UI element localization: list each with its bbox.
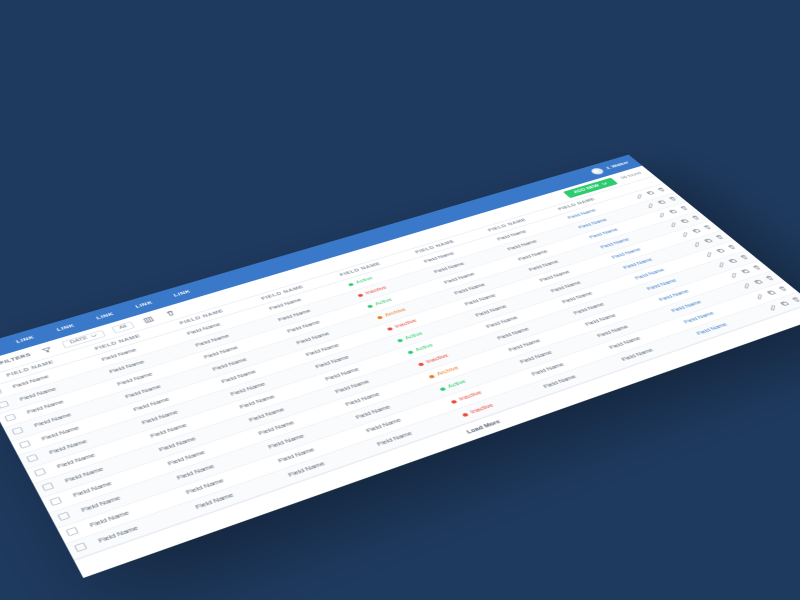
copy-icon[interactable] xyxy=(645,190,657,197)
delete-row-icon[interactable] xyxy=(751,264,764,271)
app-panel: LINK LINK LINK LINK LINK LINK J. Walker … xyxy=(0,155,800,578)
row-checkbox[interactable] xyxy=(4,414,16,422)
copy-icon[interactable] xyxy=(667,209,679,216)
chip-label: All xyxy=(118,324,128,330)
copy-icon[interactable] xyxy=(691,228,704,235)
copy-icon[interactable] xyxy=(703,238,716,245)
nav-link[interactable]: LINK xyxy=(56,323,76,332)
all-filter-chip[interactable]: All xyxy=(111,321,135,333)
delete-row-icon[interactable] xyxy=(790,296,800,304)
row-checkbox[interactable] xyxy=(57,512,70,521)
delete-row-icon[interactable] xyxy=(777,285,790,293)
status-label: Active xyxy=(415,343,435,352)
edit-icon[interactable] xyxy=(691,241,704,248)
copy-icon[interactable] xyxy=(715,248,728,255)
edit-icon[interactable] xyxy=(656,212,668,219)
row-checkbox[interactable] xyxy=(41,482,54,491)
row-checkbox[interactable] xyxy=(49,497,62,506)
columns-icon[interactable] xyxy=(140,314,158,325)
nav-link[interactable]: LINK xyxy=(96,312,115,321)
delete-row-icon[interactable] xyxy=(678,205,690,212)
edit-icon[interactable] xyxy=(741,282,754,290)
copy-icon[interactable] xyxy=(739,268,752,276)
copy-icon[interactable] xyxy=(752,279,765,287)
edit-icon[interactable] xyxy=(679,231,692,238)
delete-row-icon[interactable] xyxy=(738,254,751,261)
edit-icon[interactable] xyxy=(767,304,781,312)
delete-row-icon[interactable] xyxy=(667,196,679,203)
row-checkbox[interactable] xyxy=(0,388,2,396)
copy-icon[interactable] xyxy=(727,258,740,265)
status-label: Archive xyxy=(436,366,460,377)
nav-link[interactable]: LINK xyxy=(173,289,192,297)
edit-icon[interactable] xyxy=(645,203,657,210)
row-checkbox[interactable] xyxy=(34,468,47,477)
row-checkbox[interactable] xyxy=(11,427,23,435)
filter-icon[interactable] xyxy=(38,344,56,356)
nav-link[interactable]: LINK xyxy=(135,300,154,308)
edit-icon[interactable] xyxy=(668,222,681,229)
delete-row-icon[interactable] xyxy=(656,187,668,194)
status-label: Inactive xyxy=(469,403,495,415)
row-checkbox[interactable] xyxy=(66,527,79,537)
status-label: Active xyxy=(404,332,424,341)
copy-icon[interactable] xyxy=(679,218,692,225)
delete-row-icon[interactable] xyxy=(690,215,702,222)
edit-icon[interactable] xyxy=(703,251,716,258)
edit-icon[interactable] xyxy=(716,261,729,268)
chip-label: DATE xyxy=(69,336,89,345)
row-checkbox[interactable] xyxy=(26,454,39,463)
delete-icon[interactable] xyxy=(162,308,180,319)
edit-icon[interactable] xyxy=(634,193,646,200)
status-label: Active xyxy=(374,298,393,307)
result-count: 96 found xyxy=(620,171,643,180)
row-checkbox[interactable] xyxy=(0,401,9,409)
status-label: Active xyxy=(447,379,468,389)
edit-icon[interactable] xyxy=(728,272,741,280)
row-checkbox[interactable] xyxy=(74,542,87,552)
copy-icon[interactable] xyxy=(656,199,668,206)
edit-icon[interactable] xyxy=(754,293,767,301)
copy-icon[interactable] xyxy=(778,300,792,308)
status-label: Active xyxy=(355,276,374,284)
user-name: J. Walker xyxy=(605,161,630,170)
delete-row-icon[interactable] xyxy=(702,224,715,231)
delete-row-icon[interactable] xyxy=(714,234,727,241)
copy-icon[interactable] xyxy=(765,289,778,297)
nav-link[interactable]: LINK xyxy=(16,335,36,344)
delete-row-icon[interactable] xyxy=(726,244,739,251)
row-checkbox[interactable] xyxy=(19,440,31,449)
delete-row-icon[interactable] xyxy=(764,275,777,283)
